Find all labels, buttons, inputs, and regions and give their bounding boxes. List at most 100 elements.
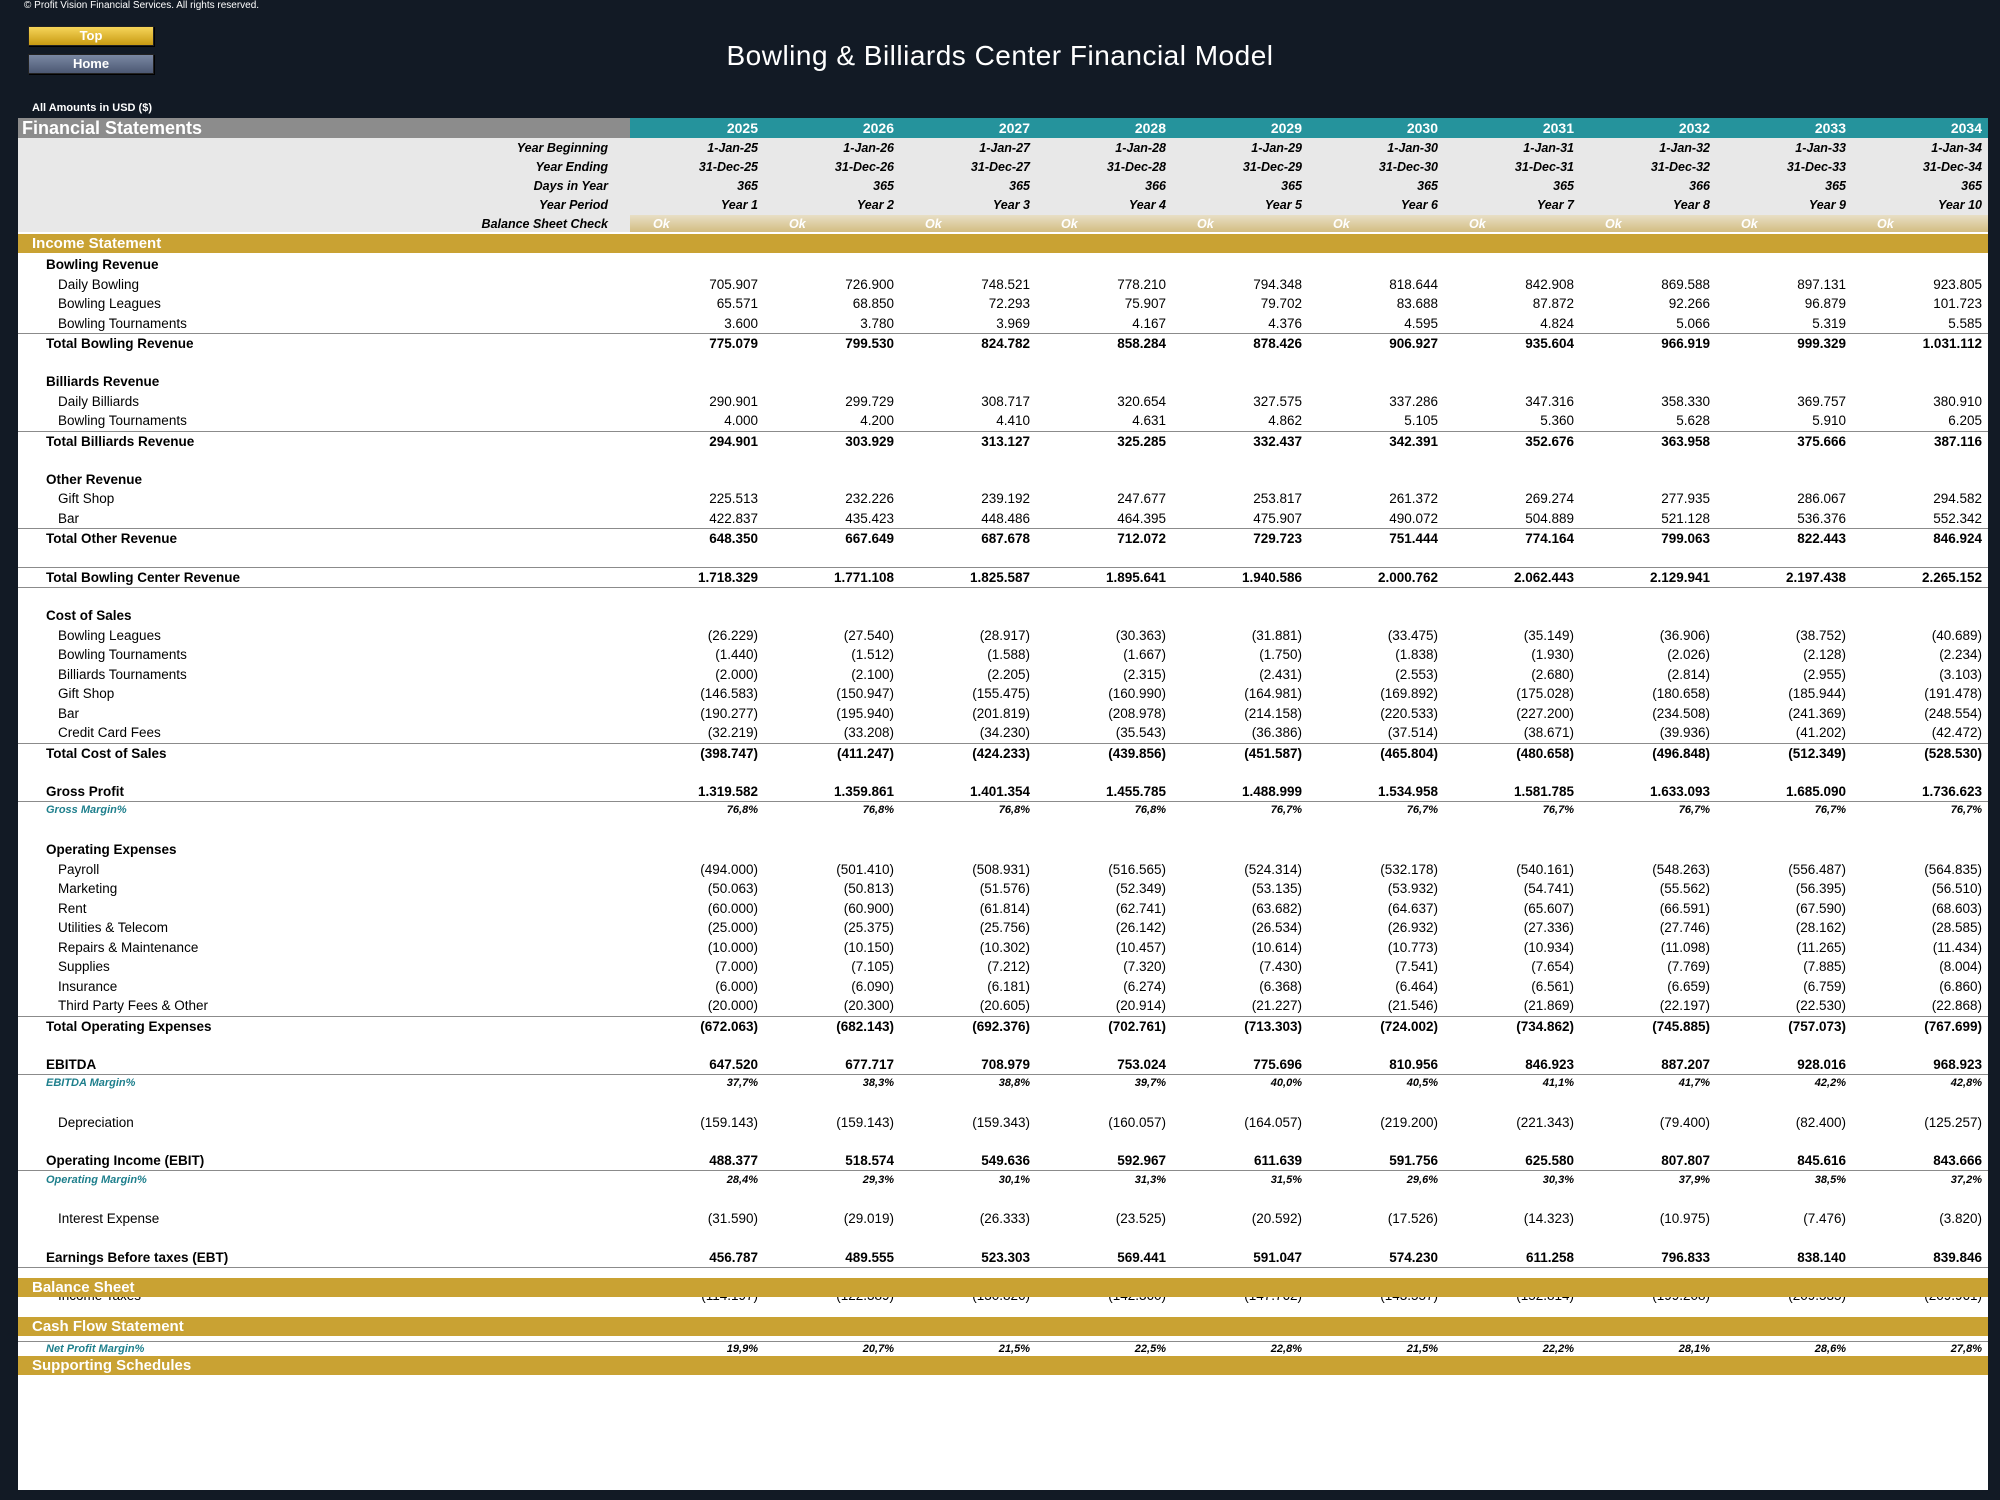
value-cell: 40,5% [1406, 1077, 1438, 1089]
value-cell: (564.835) [1924, 861, 1982, 877]
value-cell: 592.967 [1117, 1153, 1166, 1168]
line-item-row: Billiards Tournaments (2.000) (2.100) (2.20… [18, 665, 1988, 684]
meta-row: Year Period Year 1 Year 2 Year 3 Year 4 Year … [18, 196, 1988, 214]
value-cell: 818.644 [1389, 276, 1438, 292]
value-cell: (439.856) [1108, 745, 1166, 761]
value-cell: (234.508) [1652, 705, 1710, 721]
value-cell: (21.869) [1523, 998, 1574, 1013]
value-cell: (17.526) [1387, 1211, 1438, 1226]
value-cell: 325.285 [1117, 433, 1166, 449]
row-label: Bar [58, 510, 80, 526]
value-cell: (516.565) [1108, 861, 1166, 877]
value-cell: (10.000) [707, 939, 758, 955]
value-cell: (734.862) [1516, 1018, 1574, 1034]
value-cell: (159.143) [836, 1114, 894, 1130]
row-label: Daily Bowling [58, 276, 140, 292]
value-cell: 4.862 [1268, 413, 1302, 428]
value-cell: (480.658) [1516, 745, 1574, 761]
value-cell: 2.197.438 [1785, 570, 1846, 585]
value-cell: (241.369) [1788, 705, 1846, 721]
value-cell: (11.434) [1932, 939, 1982, 955]
total-row: Total Cost of Sales (398.747) (411.247) (42… [18, 742, 1988, 763]
value-cell: (42.472) [1931, 725, 1982, 740]
section-supporting-schedules[interactable]: Supporting Schedules [18, 1356, 1988, 1375]
meta-value: Year 6 [1400, 198, 1438, 212]
value-cell: (7.105) [851, 959, 894, 974]
value-cell: 4.410 [996, 413, 1030, 428]
value-cell: (195.940) [836, 705, 894, 721]
row-label: Gross Profit [46, 783, 125, 799]
row-label: Repairs & Maintenance [58, 939, 199, 955]
value-cell: (14.323) [1523, 1211, 1574, 1226]
row-label: Cost of Sales [46, 608, 132, 623]
value-cell: 337.286 [1389, 393, 1438, 409]
line-item-row: Supplies (7.000) (7.105) (7.212) (7.320) (7.4… [18, 957, 1988, 976]
value-cell: (227.200) [1516, 705, 1574, 721]
row-label: Insurance [58, 978, 118, 994]
value-cell: (65.607) [1523, 900, 1574, 916]
row-label: Credit Card Fees [58, 725, 161, 740]
group-heading: Cost of Sales [18, 606, 1988, 625]
row-label: Bowling Tournaments [58, 315, 187, 331]
line-item-row: Credit Card Fees (32.219) (33.208) (34.230)… [18, 723, 1988, 742]
value-cell: (7.654) [1531, 959, 1574, 974]
meta-value: 365 [1281, 179, 1302, 193]
value-cell: (79.400) [1659, 1114, 1710, 1130]
value-cell: 286.067 [1797, 491, 1846, 506]
line-item-row: Bar 422.837 435.423 448.486 464.395 475.907 49… [18, 509, 1988, 528]
value-cell: (548.263) [1652, 861, 1710, 877]
value-cell: 574.230 [1389, 1249, 1438, 1265]
value-cell: (30.363) [1115, 627, 1166, 643]
value-cell: (22.197) [1659, 998, 1710, 1013]
value-cell: 76,8% [998, 804, 1030, 816]
value-cell: (220.533) [1380, 705, 1438, 721]
value-cell: 5.628 [1676, 413, 1710, 428]
value-cell: 41,7% [1678, 1077, 1710, 1089]
value-cell: (35.543) [1115, 725, 1166, 740]
meta-label: Days in Year [533, 179, 608, 193]
subtotal-row: Earnings Before taxes (EBT) 456.787 489.55… [18, 1248, 1988, 1268]
row-label: Other Revenue [46, 471, 143, 487]
value-cell: (3.103) [1939, 666, 1982, 682]
value-cell: 358.330 [1661, 393, 1710, 409]
value-cell: (451.587) [1244, 745, 1302, 761]
row-label: Interest Expense [58, 1211, 160, 1226]
value-cell: 887.207 [1661, 1056, 1710, 1072]
value-cell: 488.377 [709, 1153, 758, 1168]
value-cell: 4.167 [1132, 315, 1166, 331]
value-cell: 536.376 [1797, 510, 1846, 526]
total-row: Total Billiards Revenue 294.901 303.929 313… [18, 430, 1988, 451]
value-cell: (38.671) [1523, 725, 1574, 740]
value-cell: 1.771.108 [833, 570, 894, 585]
total-row: Total Bowling Revenue 775.079 799.530 824.7… [18, 333, 1988, 353]
value-cell: (6.090) [851, 978, 894, 994]
value-cell: 380.910 [1933, 393, 1982, 409]
value-cell: (21.546) [1387, 998, 1438, 1013]
value-cell: 1.359.861 [833, 783, 894, 799]
value-cell: (2.553) [1395, 666, 1438, 682]
value-cell: (25.756) [979, 920, 1030, 935]
section-balance-sheet[interactable]: Balance Sheet [18, 1278, 1988, 1297]
value-cell: (39.936) [1659, 725, 1710, 740]
value-cell: 2.062.443 [1513, 570, 1574, 585]
value-cell: (745.885) [1652, 1018, 1710, 1034]
value-cell: (501.410) [836, 861, 894, 877]
section-income-statement[interactable]: Income Statement [18, 234, 1988, 253]
value-cell: 76,7% [1270, 804, 1302, 816]
value-cell: 320.654 [1117, 393, 1166, 409]
value-cell: (528.530) [1924, 745, 1982, 761]
value-cell: (1.667) [1123, 647, 1166, 662]
statements-header-row: Financial Statements 2025 2026 2027 2028 2029… [18, 118, 1988, 138]
value-cell: (64.637) [1387, 900, 1438, 916]
value-cell: 261.372 [1389, 491, 1438, 506]
line-item-row: Interest Expense (31.590) (29.019) (26.333)… [18, 1209, 1988, 1228]
meta-value: 1-Jan-28 [1115, 141, 1166, 155]
value-cell: 76,7% [1678, 804, 1710, 816]
value-cell: 846.924 [1933, 531, 1982, 546]
value-cell: 75.907 [1124, 296, 1166, 311]
section-cash-flow-statement[interactable]: Cash Flow Statement [18, 1317, 1988, 1336]
value-cell: (8.004) [1939, 959, 1982, 974]
value-cell: 5.910 [1812, 413, 1846, 428]
subtotal-row: EBITDA 647.520 677.717 708.979 753.024 775.69… [18, 1055, 1988, 1075]
year-header-cell: 2031 [1542, 120, 1574, 136]
